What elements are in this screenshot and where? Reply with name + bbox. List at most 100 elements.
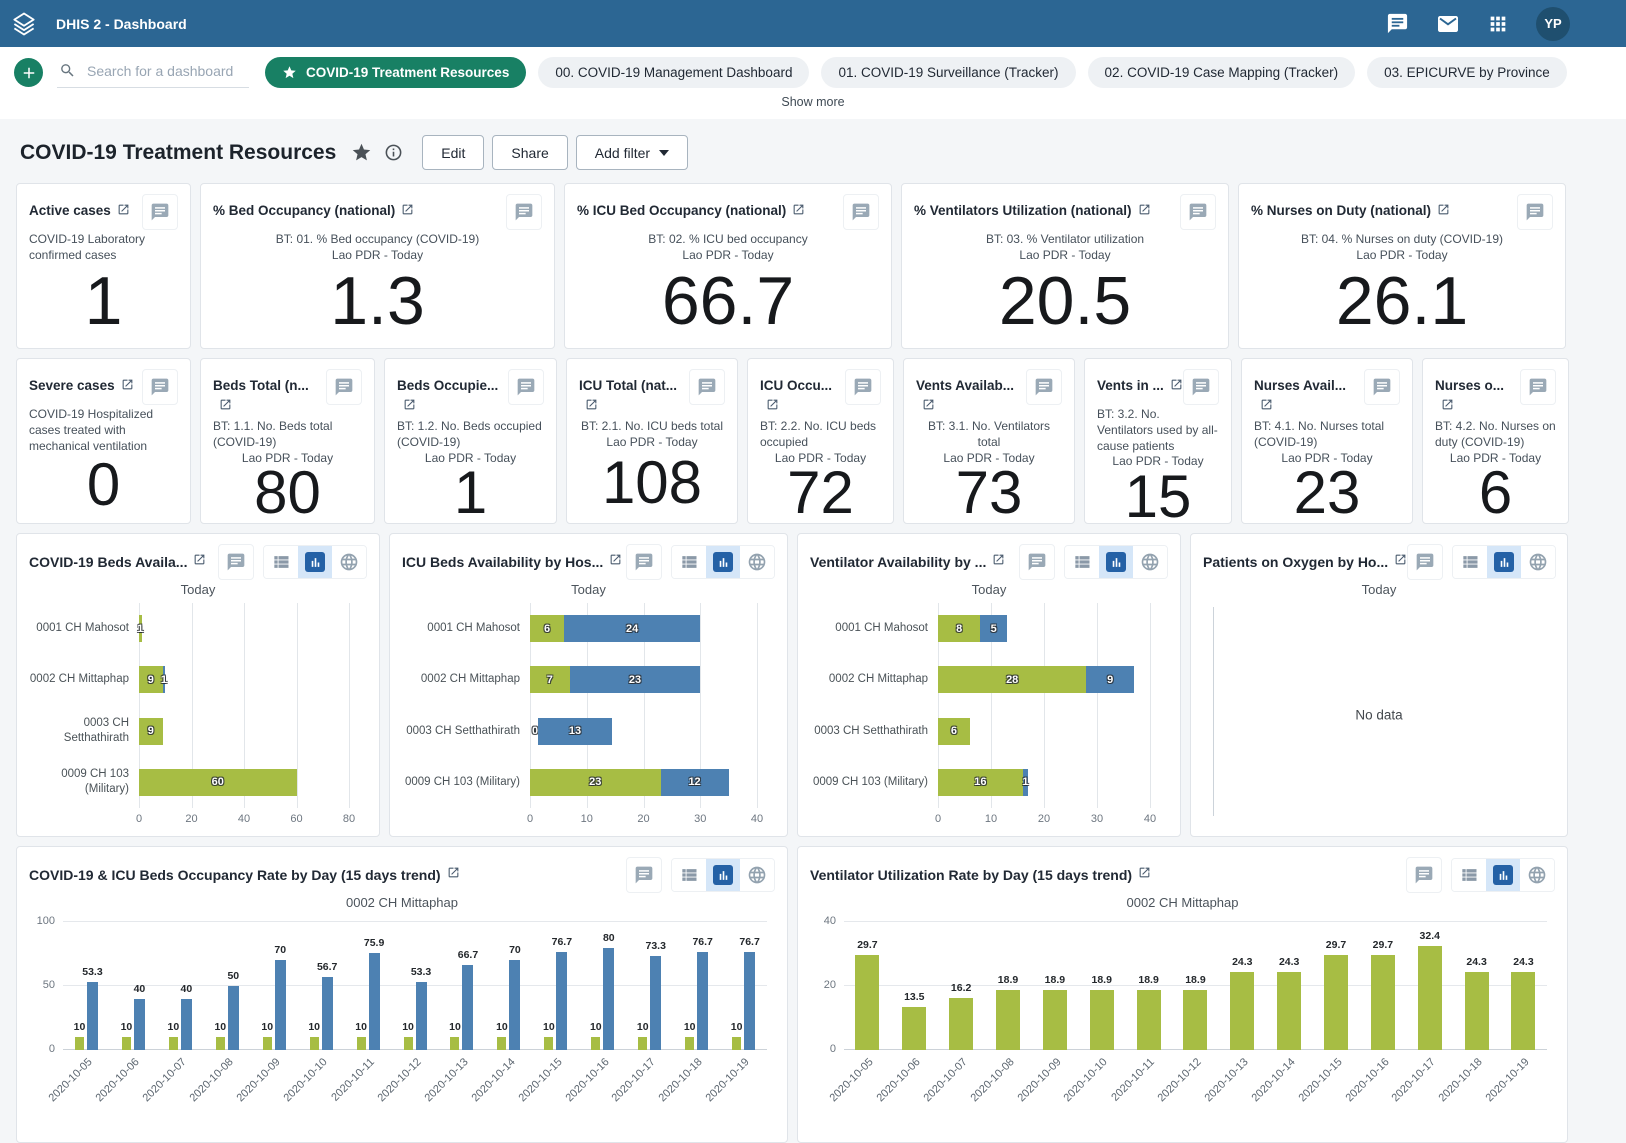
map-view-icon[interactable]: [1521, 546, 1555, 578]
bar[interactable]: 40: [134, 999, 145, 1050]
bar-segment[interactable]: 23: [570, 666, 701, 693]
map-view-icon[interactable]: [1520, 859, 1554, 891]
add-filter-button[interactable]: Add filter: [576, 135, 688, 170]
bar-segment[interactable]: 60: [139, 769, 297, 796]
comments-icon[interactable]: [1406, 857, 1442, 893]
bar[interactable]: 10: [544, 1037, 553, 1050]
bar[interactable]: 24.3: [1465, 972, 1489, 1050]
interpretations-icon[interactable]: [1386, 12, 1409, 35]
dashboard-chip[interactable]: 01. COVID-19 Surveillance (Tracker): [821, 57, 1075, 88]
open-in-app-icon[interactable]: [1437, 202, 1450, 222]
chart-view-icon[interactable]: [1486, 859, 1520, 891]
chart-view-icon[interactable]: [298, 546, 332, 578]
chart-view-icon[interactable]: [1487, 546, 1521, 578]
bar[interactable]: 76.7: [697, 952, 708, 1050]
table-view-icon[interactable]: [264, 546, 298, 578]
bar[interactable]: 10: [169, 1037, 178, 1050]
apps-icon[interactable]: [1487, 13, 1509, 35]
comments-icon[interactable]: [1026, 369, 1062, 405]
bar-segment[interactable]: 1: [139, 615, 142, 642]
dashboard-chip[interactable]: COVID-19 Treatment Resources: [265, 57, 526, 88]
bar-segment[interactable]: 6: [530, 615, 564, 642]
open-in-app-icon[interactable]: [766, 397, 779, 417]
comments-icon[interactable]: [626, 544, 662, 580]
dashboard-chip[interactable]: 00. COVID-19 Management Dashboard: [538, 57, 809, 88]
open-in-app-icon[interactable]: [992, 553, 1005, 571]
table-view-icon[interactable]: [1453, 546, 1487, 578]
info-icon[interactable]: [384, 143, 403, 162]
bar-segment[interactable]: 9: [139, 666, 163, 693]
bar-segment[interactable]: 1: [163, 666, 166, 693]
bar[interactable]: 10: [357, 1037, 366, 1050]
bar[interactable]: 76.7: [744, 952, 755, 1050]
bar[interactable]: 53.3: [416, 982, 427, 1050]
bar[interactable]: 10: [732, 1037, 741, 1050]
bar-segment[interactable]: 1: [1023, 769, 1028, 796]
bar-segment[interactable]: 5: [980, 615, 1007, 642]
comments-icon[interactable]: [218, 544, 254, 580]
bar[interactable]: 10: [497, 1037, 506, 1050]
bar[interactable]: 29.7: [855, 955, 879, 1050]
bar[interactable]: 76.7: [556, 952, 567, 1050]
open-in-app-icon[interactable]: [609, 553, 622, 571]
bar[interactable]: 18.9: [1090, 990, 1114, 1050]
bar-segment[interactable]: 6: [938, 718, 970, 745]
bar[interactable]: 10: [310, 1037, 319, 1050]
open-in-app-icon[interactable]: [1394, 553, 1407, 571]
table-view-icon[interactable]: [672, 859, 706, 891]
open-in-app-icon[interactable]: [585, 397, 598, 417]
open-in-app-icon[interactable]: [1441, 397, 1454, 417]
open-in-app-icon[interactable]: [1138, 866, 1151, 884]
open-in-app-icon[interactable]: [1260, 397, 1273, 417]
bar[interactable]: 10: [75, 1037, 84, 1050]
comments-icon[interactable]: [1183, 369, 1219, 405]
chart-view-icon[interactable]: [706, 859, 740, 891]
table-view-icon[interactable]: [1452, 859, 1486, 891]
bar-segment[interactable]: 24: [564, 615, 700, 642]
bar[interactable]: 24.3: [1511, 972, 1535, 1050]
chart-view-icon[interactable]: [1099, 546, 1133, 578]
bar[interactable]: 70: [275, 960, 286, 1050]
bar-segment[interactable]: 13: [538, 718, 612, 745]
bar-segment[interactable]: 23: [530, 769, 661, 796]
bar[interactable]: 10: [122, 1037, 131, 1050]
comments-icon[interactable]: [326, 369, 362, 405]
open-in-app-icon[interactable]: [1170, 377, 1183, 397]
comments-icon[interactable]: [508, 369, 544, 405]
bar[interactable]: 10: [450, 1037, 459, 1050]
comments-icon[interactable]: [1407, 544, 1443, 580]
dhis2-logo-icon[interactable]: [0, 0, 47, 47]
comments-icon[interactable]: [142, 369, 178, 405]
open-in-app-icon[interactable]: [121, 377, 134, 397]
table-view-icon[interactable]: [672, 546, 706, 578]
bar[interactable]: 29.7: [1324, 955, 1348, 1050]
bar-segment[interactable]: 9: [1086, 666, 1134, 693]
comments-icon[interactable]: [1364, 369, 1400, 405]
table-view-icon[interactable]: [1065, 546, 1099, 578]
bar[interactable]: 29.7: [1371, 955, 1395, 1050]
open-in-app-icon[interactable]: [117, 202, 130, 222]
messages-icon[interactable]: [1436, 12, 1460, 36]
bar[interactable]: 40: [181, 999, 192, 1050]
comments-icon[interactable]: [689, 369, 725, 405]
comments-icon[interactable]: [1019, 544, 1055, 580]
avatar[interactable]: YP: [1536, 7, 1570, 41]
bar[interactable]: 73.3: [650, 956, 661, 1050]
bar-segment[interactable]: 12: [661, 769, 729, 796]
bar-segment[interactable]: 16: [938, 769, 1023, 796]
comments-icon[interactable]: [1180, 194, 1216, 230]
open-in-app-icon[interactable]: [219, 397, 232, 417]
bar[interactable]: 70: [509, 960, 520, 1050]
bar-segment[interactable]: 28: [938, 666, 1086, 693]
bar[interactable]: 16.2: [949, 998, 973, 1050]
bar[interactable]: 66.7: [462, 965, 473, 1050]
bar[interactable]: 24.3: [1277, 972, 1301, 1050]
star-icon[interactable]: [351, 142, 372, 163]
bar[interactable]: 32.4: [1418, 946, 1442, 1050]
comments-icon[interactable]: [506, 194, 542, 230]
bar[interactable]: 10: [263, 1037, 272, 1050]
map-view-icon[interactable]: [1133, 546, 1167, 578]
bar-segment[interactable]: 7: [530, 666, 570, 693]
bar[interactable]: 10: [404, 1037, 413, 1050]
bar-segment[interactable]: 9: [139, 718, 163, 745]
